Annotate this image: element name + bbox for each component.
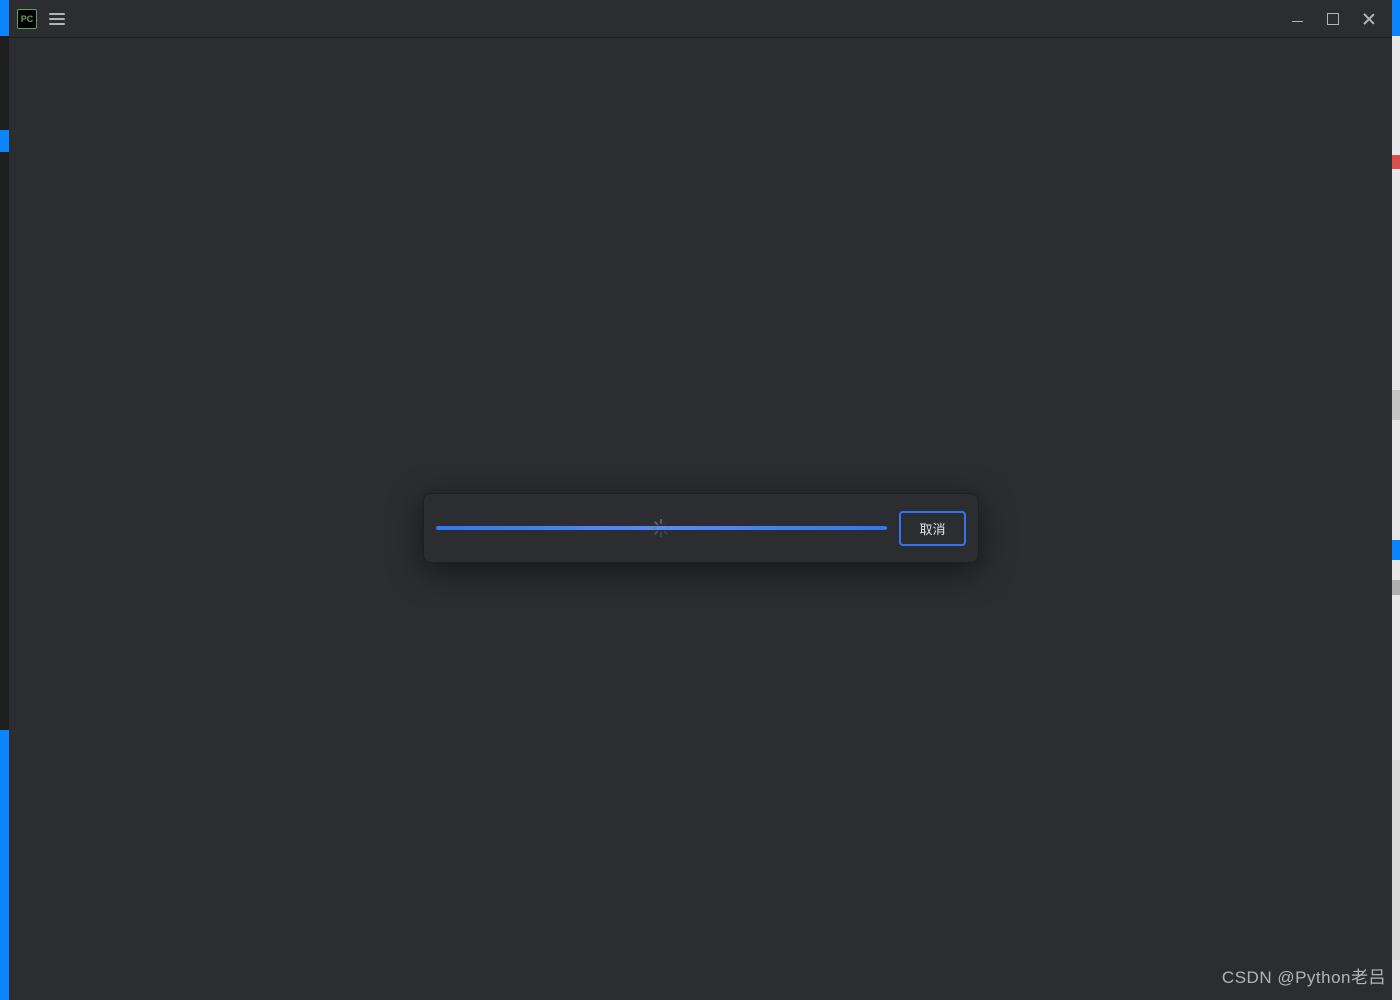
maximize-button[interactable] (1326, 12, 1340, 26)
bg-accent (0, 730, 9, 1000)
bg-accent (1392, 0, 1400, 36)
bg-accent (1392, 390, 1400, 420)
watermark-text: CSDN @Python老吕 (1222, 963, 1386, 988)
spinner-icon (651, 518, 671, 538)
title-bar: PC (9, 0, 1392, 38)
bg-accent (1392, 580, 1400, 595)
minimize-button[interactable] (1290, 12, 1304, 26)
bg-accent (1392, 155, 1400, 169)
minimize-icon (1292, 15, 1303, 23)
close-button[interactable] (1362, 12, 1376, 26)
bg-accent (0, 130, 9, 152)
hamburger-menu-icon[interactable] (49, 13, 65, 25)
bg-accent (1392, 760, 1400, 960)
cancel-button[interactable]: 取消 (899, 511, 965, 546)
bg-accent (0, 0, 9, 36)
maximize-icon (1327, 13, 1339, 25)
app-icon: PC (17, 9, 37, 29)
app-window: PC (9, 0, 1392, 990)
content-area: 取消 (9, 38, 1392, 990)
bg-accent (1392, 540, 1400, 560)
progress-dialog: 取消 (423, 493, 979, 563)
close-icon (1362, 12, 1376, 26)
window-controls (1290, 12, 1384, 26)
progress-bar (436, 526, 888, 530)
